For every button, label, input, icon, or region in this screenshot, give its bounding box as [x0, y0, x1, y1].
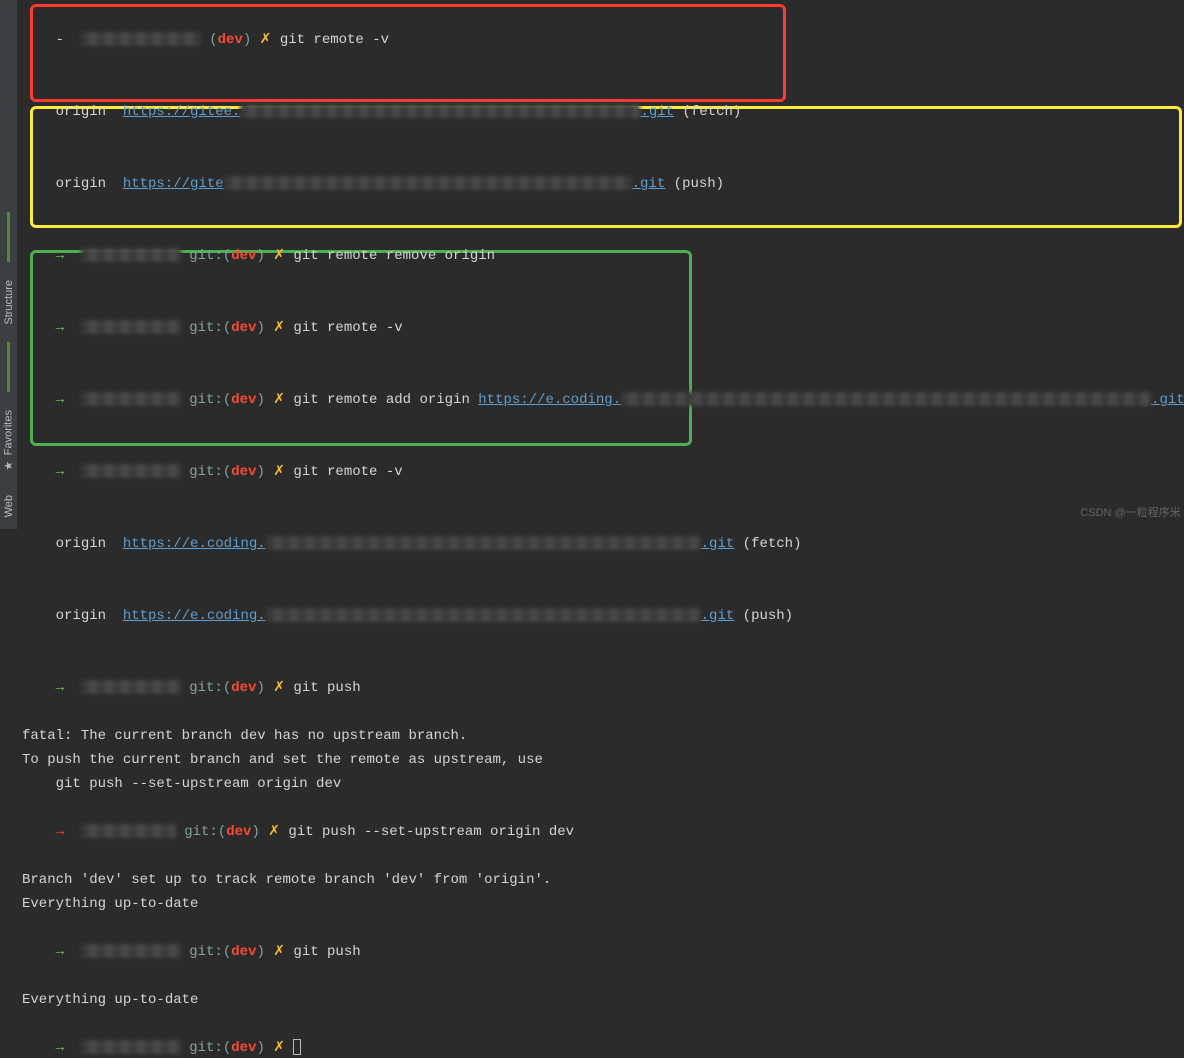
sidebar-structure[interactable]: Structure: [1, 274, 17, 331]
terminal-line: origin https://gitee..git (fetch): [18, 76, 1184, 148]
terminal-line: Everything up-to-date: [18, 988, 1184, 1012]
terminal-line: → git:(dev) ✗ git remote -v: [18, 436, 1184, 508]
terminal-line: → git:(dev) ✗ git push: [18, 916, 1184, 988]
terminal-line: → git:(dev) ✗ git remote add origin http…: [18, 364, 1184, 436]
terminal-line: To push the current branch and set the r…: [18, 748, 1184, 772]
terminal-line: → git:(dev) ✗ git remote -v: [18, 292, 1184, 364]
terminal-panel[interactable]: - (dev) ✗ git remote -v origin https://g…: [18, 0, 1184, 529]
terminal-cursor: [293, 1039, 301, 1055]
terminal-line: → git:(dev) ✗ git remote remove origin: [18, 220, 1184, 292]
terminal-line: → git:(dev) ✗ git push: [18, 652, 1184, 724]
sidebar-favorites[interactable]: ★ Favorites: [0, 404, 17, 478]
terminal-line: origin https://e.coding..git (fetch): [18, 508, 1184, 580]
terminal-line: → git:(dev) ✗ git push --set-upstream or…: [18, 796, 1184, 868]
terminal-line: - (dev) ✗ git remote -v: [18, 4, 1184, 76]
terminal-line: git push --set-upstream origin dev: [18, 772, 1184, 796]
terminal-line: → git:(dev) ✗: [18, 1012, 1184, 1058]
terminal-line: fatal: The current branch dev has no ups…: [18, 724, 1184, 748]
terminal-line: Everything up-to-date: [18, 892, 1184, 916]
ide-sidebar: Structure ★ Favorites Web: [0, 0, 18, 529]
sidebar-web[interactable]: Web: [1, 489, 17, 523]
terminal-line: Branch 'dev' set up to track remote bran…: [18, 868, 1184, 892]
terminal-line: origin https://e.coding..git (push): [18, 580, 1184, 652]
terminal-line: origin https://gite.git (push): [18, 148, 1184, 220]
csdn-watermark: CSDN @一粒程序米: [1080, 501, 1180, 525]
